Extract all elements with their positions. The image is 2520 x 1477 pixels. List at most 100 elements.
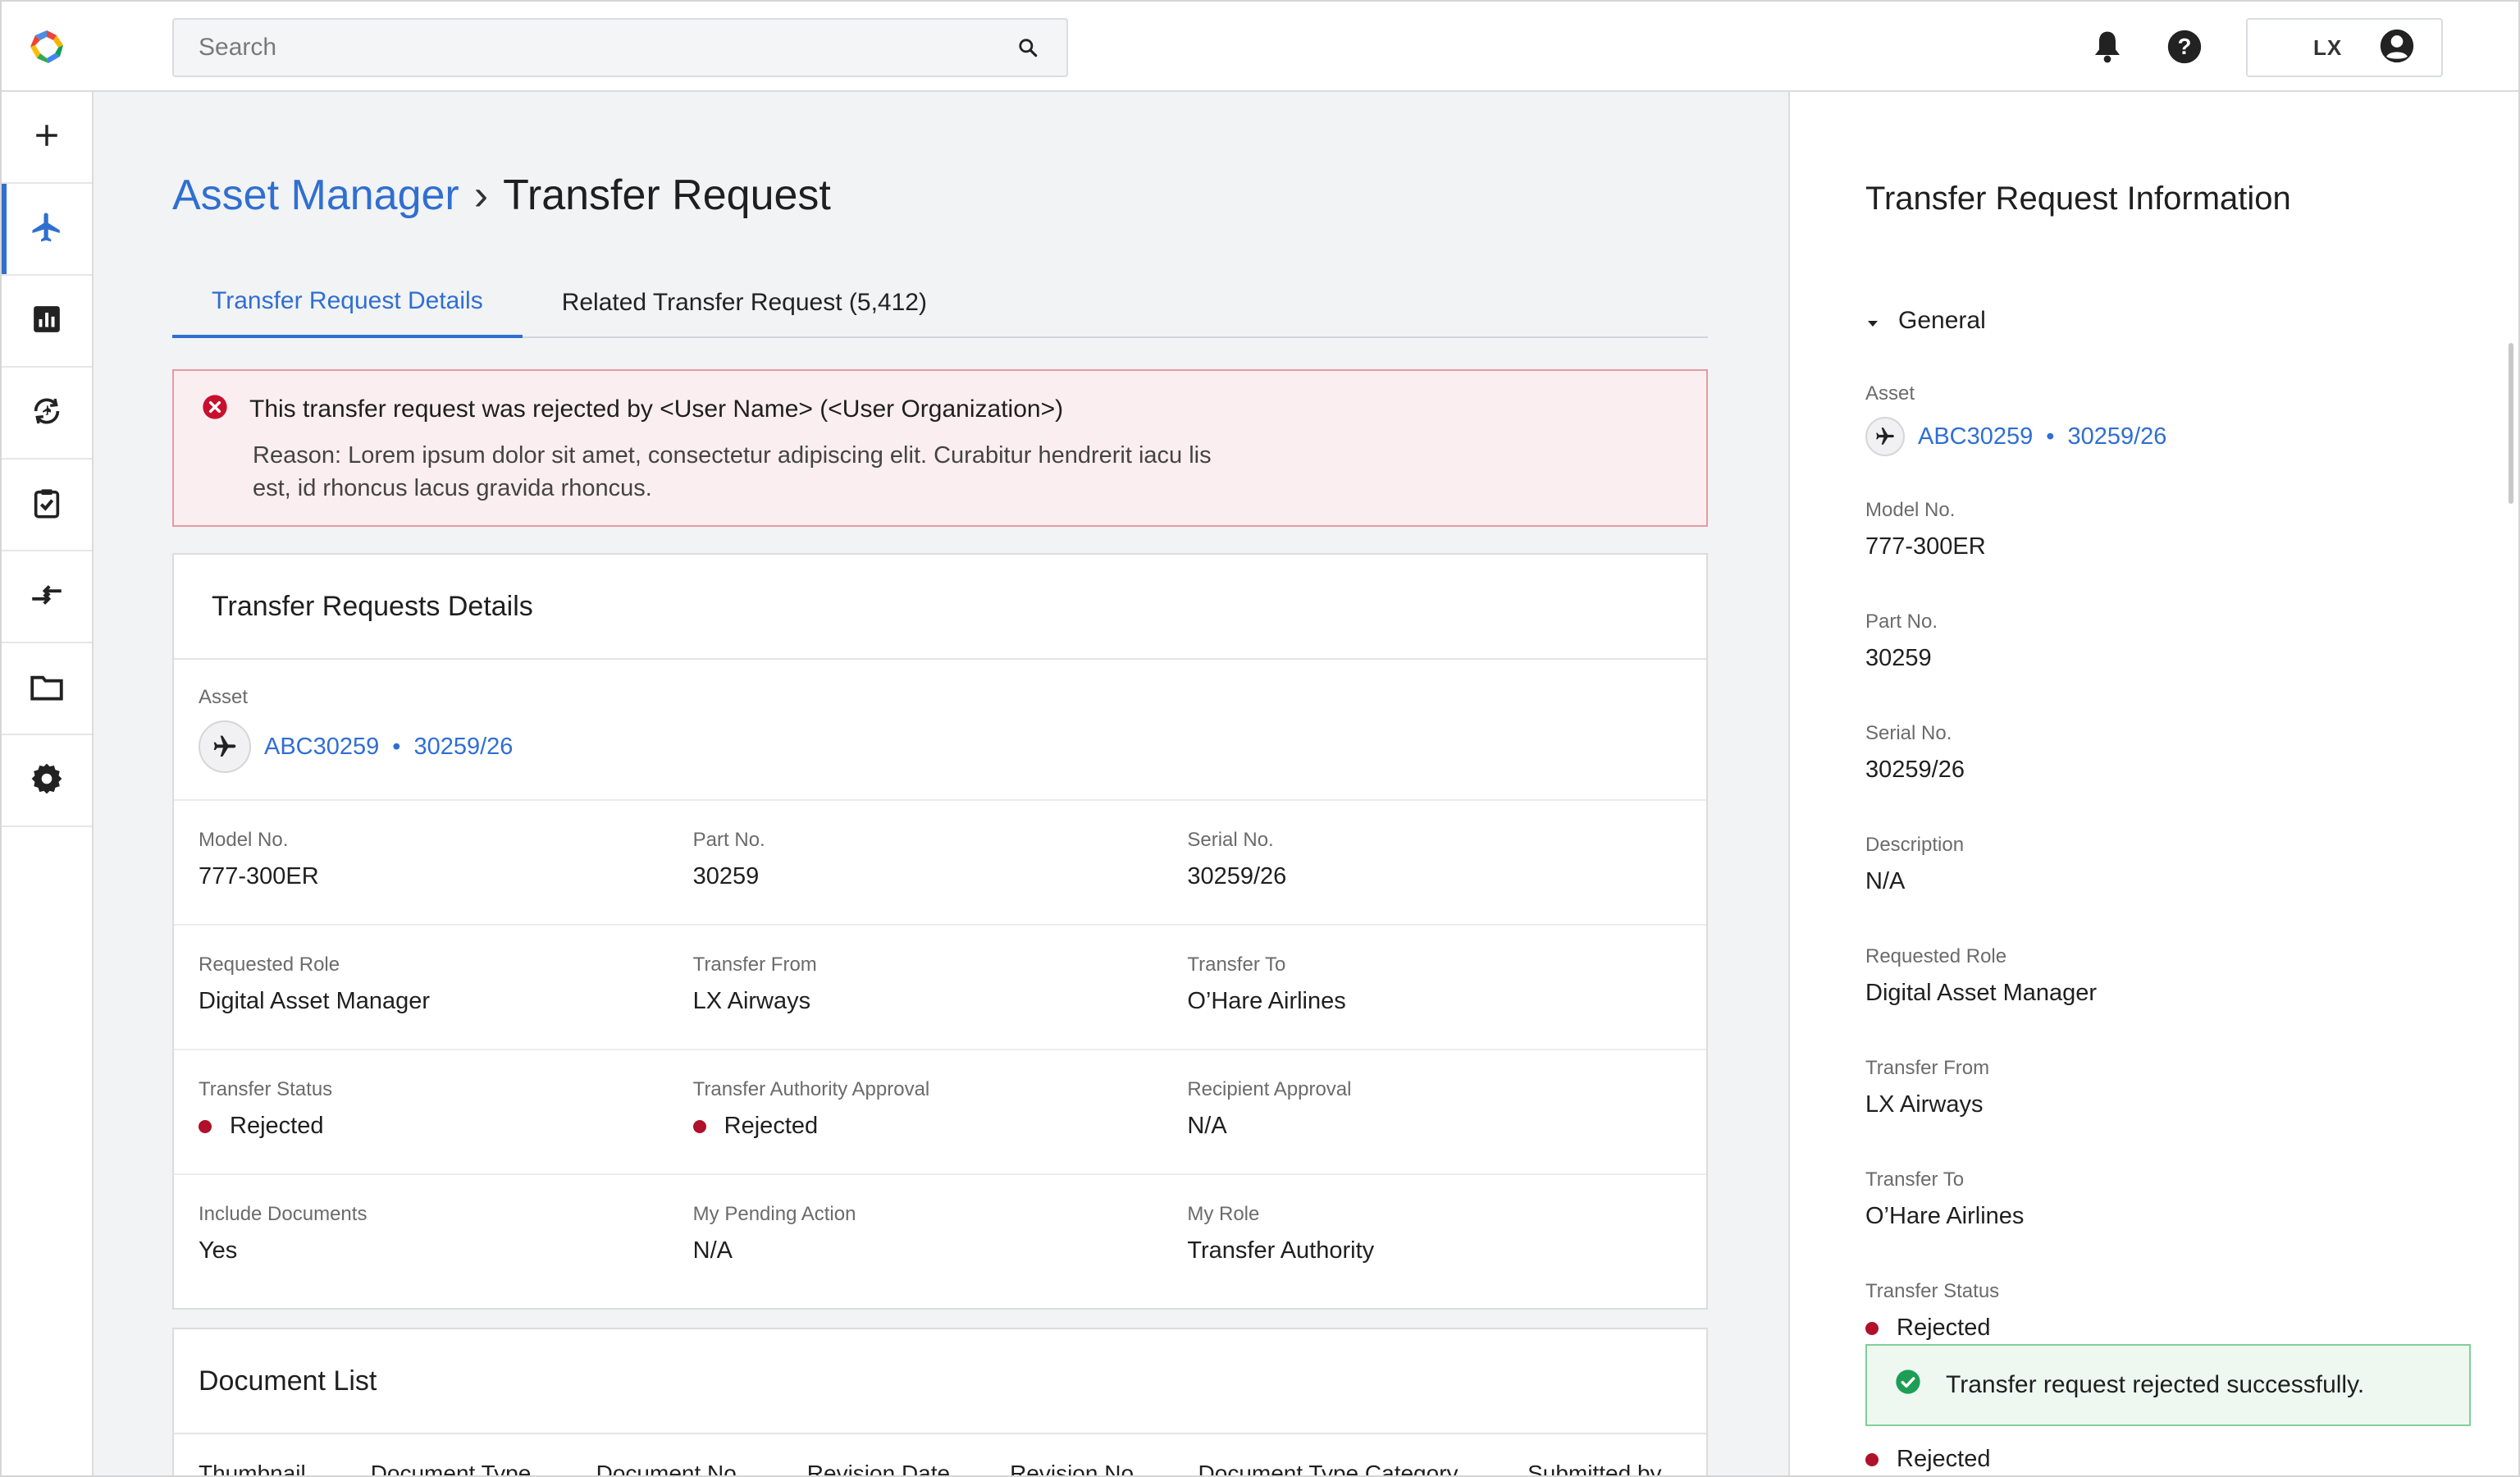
gear-icon — [30, 761, 64, 800]
column-header[interactable]: Revision No. — [1010, 1461, 1198, 1475]
help-icon[interactable]: ? — [2164, 26, 2205, 67]
my-role-value: Transfer Authority — [1187, 1237, 1375, 1264]
tab-related-transfer-request[interactable]: Related Transfer Request (5,412) — [523, 268, 966, 338]
alert-reason: Reason: Lorem ipsum dolor sit amet, cons… — [253, 442, 1212, 501]
column-header[interactable]: Document Type Category — [1198, 1461, 1528, 1475]
search-input[interactable] — [199, 34, 1014, 62]
asset-serial-link[interactable]: 30259/26 — [413, 734, 513, 761]
rp-serial-label: Serial No. — [1865, 722, 1952, 744]
column-header[interactable]: Document No. — [596, 1461, 807, 1475]
requested-role-value: Digital Asset Manager — [199, 988, 431, 1014]
search-icon[interactable] — [1014, 34, 1042, 62]
rp-model-value: 777-300ER — [1865, 533, 1986, 560]
rp-model-field: Model No. 777-300ER — [1865, 499, 1986, 560]
column-header[interactable]: Document Type — [371, 1461, 596, 1475]
left-nav — [2, 92, 94, 1475]
details-row: Transfer Status Rejected Transfer Author… — [174, 1050, 1706, 1175]
status-dot-icon — [692, 1119, 706, 1133]
error-icon — [202, 394, 228, 424]
transfer-from-value: LX Airways — [692, 988, 811, 1014]
nav-create[interactable] — [2, 92, 92, 184]
rp-role-value: Digital Asset Manager — [1865, 980, 2098, 1006]
transfer-to-label: Transfer To — [1187, 953, 1286, 976]
app-logo[interactable] — [28, 28, 66, 66]
asset-label: Asset — [199, 686, 249, 708]
part-label: Part No. — [692, 829, 765, 851]
include-documents-field: Include Documents Yes — [199, 1203, 693, 1300]
transfer-status-value: Rejected — [230, 1113, 324, 1139]
rp-status-value: Rejected — [1897, 1315, 1991, 1341]
pending-action-field: My Pending Action N/A — [693, 1203, 1188, 1300]
rp-asset-bullet: • — [2046, 423, 2055, 450]
success-toast: Transfer request rejected successfully. — [1865, 1344, 2471, 1426]
rp-from-value: LX Airways — [1865, 1091, 1984, 1118]
main-content: Asset Manager › Transfer Request Transfe… — [94, 92, 1788, 1475]
nav-tasks[interactable] — [2, 460, 92, 551]
my-role-field: My Role Transfer Authority — [1187, 1203, 1682, 1300]
rp-role-label: Requested Role — [1865, 945, 2007, 967]
rp-description-value: N/A — [1865, 868, 1906, 894]
tab-transfer-request-details[interactable]: Transfer Request Details — [172, 268, 523, 338]
airplane-icon — [30, 210, 64, 249]
rp-status-field: Transfer Status Rejected — [1865, 1280, 1999, 1342]
include-documents-label: Include Documents — [199, 1203, 368, 1225]
my-role-label: My Role — [1187, 1203, 1260, 1225]
asset-id-link[interactable]: ABC30259 — [264, 734, 379, 761]
rp-asset-field: Asset ABC30259 • 30259/26 — [1865, 382, 2166, 456]
general-section-toggle[interactable]: General — [1865, 307, 1986, 335]
serial-value: 30259/26 — [1187, 863, 1287, 889]
bar-chart-icon — [31, 304, 62, 339]
page-title: Transfer Request — [503, 171, 831, 219]
recipient-approval-field: Recipient Approval N/A — [1187, 1078, 1682, 1173]
rp-part-label: Part No. — [1865, 610, 1938, 633]
model-value: 777-300ER — [199, 863, 319, 889]
rp-status2-field: Rejected — [1865, 1446, 1990, 1473]
rp-from-field: Transfer From LX Airways — [1865, 1057, 1989, 1118]
transfer-arrows-icon — [30, 580, 64, 614]
column-header[interactable]: Submitted by — [1527, 1461, 1682, 1475]
rp-status-label: Transfer Status — [1865, 1280, 2000, 1302]
requested-role-field: Requested Role Digital Asset Manager — [199, 953, 693, 1049]
document-table-header: Thumbnail Document Type Document No. Rev… — [174, 1434, 1706, 1475]
scrollbar-thumb[interactable] — [2509, 343, 2513, 504]
nav-sync[interactable] — [2, 368, 92, 460]
rp-model-label: Model No. — [1865, 499, 1956, 521]
nav-transfers[interactable] — [2, 551, 92, 643]
document-list-title: Document List — [174, 1329, 1706, 1434]
model-field: Model No. 777-300ER — [199, 829, 693, 924]
search-bar[interactable] — [172, 18, 1068, 77]
serial-label: Serial No. — [1187, 829, 1274, 851]
nav-settings[interactable] — [2, 735, 92, 827]
recipient-approval-label: Recipient Approval — [1187, 1078, 1352, 1100]
airplane-icon — [199, 720, 251, 773]
asset-field: Asset ABC30259 • 30259/26 — [174, 660, 1706, 801]
rp-to-value: O’Hare Airlines — [1865, 1203, 2025, 1229]
user-menu[interactable]: LX — [2246, 18, 2443, 77]
pending-action-value: N/A — [692, 1237, 733, 1264]
rp-role-field: Requested Role Digital Asset Manager — [1865, 945, 2097, 1007]
breadcrumb: Asset Manager › Transfer Request — [172, 171, 831, 220]
bell-icon[interactable] — [2087, 26, 2128, 67]
status-dot-icon — [1865, 1321, 1879, 1335]
nav-documents[interactable] — [2, 643, 92, 735]
breadcrumb-asset-manager[interactable]: Asset Manager — [172, 171, 459, 220]
details-card-title: Transfer Requests Details — [174, 555, 1706, 660]
rejection-alert: This transfer request was rejected by <U… — [172, 369, 1708, 527]
check-circle-icon — [1895, 1369, 1921, 1402]
column-header[interactable]: Thumbnail — [199, 1461, 371, 1475]
folder-icon — [30, 672, 64, 706]
rp-asset-serial-link[interactable]: 30259/26 — [2067, 423, 2166, 450]
rp-status2-value: Rejected — [1897, 1446, 1991, 1472]
breadcrumb-separator: › — [473, 171, 489, 219]
rp-asset-id-link[interactable]: ABC30259 — [1918, 423, 2033, 450]
authority-approval-field: Transfer Authority Approval Rejected — [692, 1078, 1188, 1173]
info-panel-title: Transfer Request Information — [1865, 181, 2291, 217]
details-row: Model No. 777-300ER Part No. 30259 Seria… — [174, 801, 1706, 926]
model-label: Model No. — [199, 829, 289, 851]
include-documents-value: Yes — [199, 1237, 238, 1264]
column-header[interactable]: Revision Date — [807, 1461, 1010, 1475]
nav-reports[interactable] — [2, 276, 92, 368]
serial-field: Serial No. 30259/26 — [1187, 829, 1682, 924]
transfer-to-value: O’Hare Airlines — [1187, 988, 1346, 1014]
nav-assets[interactable] — [2, 184, 92, 276]
